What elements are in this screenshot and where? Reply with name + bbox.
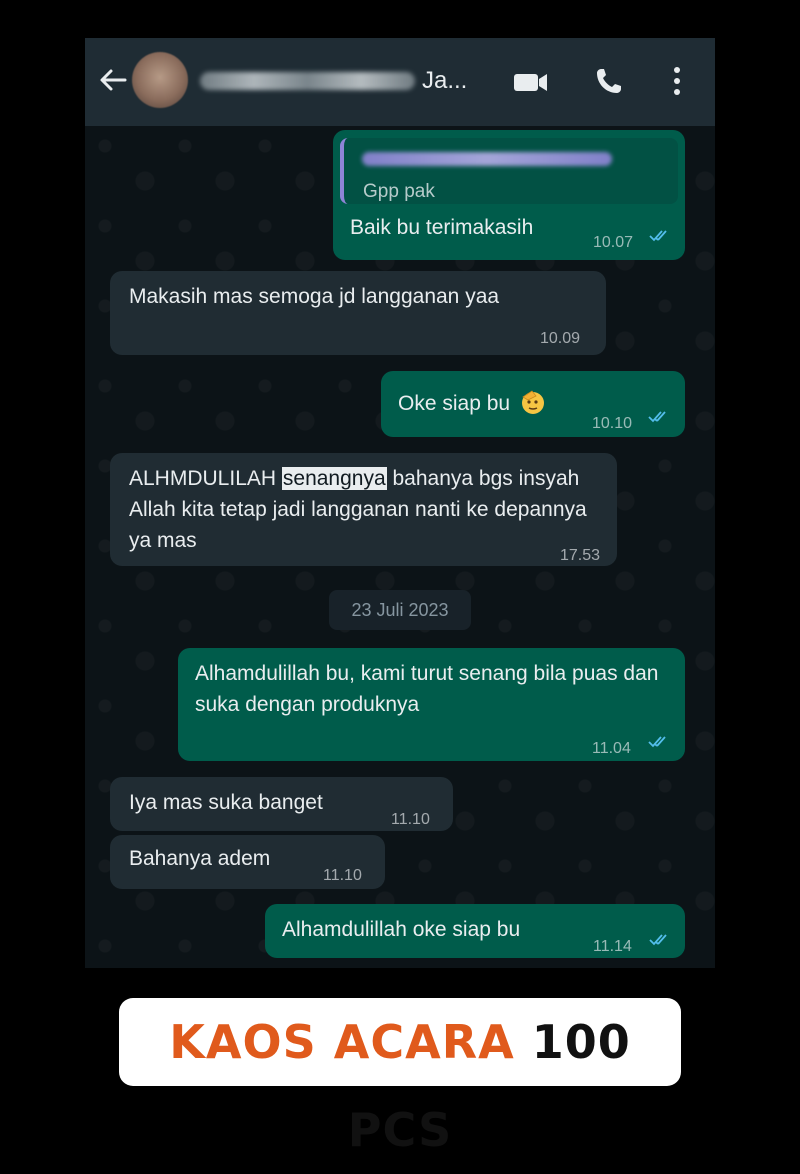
arrow-left-glyph xyxy=(100,69,127,91)
message-time: 11.14 xyxy=(593,938,632,955)
voice-call-icon[interactable] xyxy=(593,65,625,97)
banner-title: KAOS ACARA xyxy=(169,1015,515,1069)
read-ticks-icon xyxy=(649,934,667,946)
message-outgoing[interactable]: Alhamdulillah bu, kami turut senang bila… xyxy=(178,648,685,761)
chat-header: Ja... xyxy=(85,38,715,126)
message-text: Bahanya adem xyxy=(129,847,271,870)
arrow-left-icon[interactable] xyxy=(95,62,131,98)
saluting-face-emoji xyxy=(521,390,544,414)
message-text: Alhamdulillah bu, kami turut senang bila… xyxy=(195,662,659,716)
quoted-message[interactable]: Gpp pak xyxy=(340,138,678,204)
search-highlight: senangnya xyxy=(281,467,387,490)
message-time: 10.09 xyxy=(540,330,581,347)
message-text: ALHMDULILAH senangnya bahanya bgs insyah… xyxy=(129,463,599,556)
read-ticks-icon xyxy=(648,736,666,748)
read-ticks-icon xyxy=(648,411,666,423)
message-time: 10.10 xyxy=(592,415,633,432)
message-time: 17.53 xyxy=(560,547,601,564)
quoted-text: Gpp pak xyxy=(363,181,435,202)
message-text: Baik bu terimakasih xyxy=(350,216,534,239)
message-outgoing[interactable]: Oke siap bu 10.10 xyxy=(381,371,685,437)
message-outgoing[interactable]: Alhamdulillah oke siap bu 11.14 xyxy=(265,904,685,958)
video-call-icon[interactable] xyxy=(512,68,550,96)
read-ticks-icon xyxy=(649,230,667,242)
message-text-row: Oke siap bu xyxy=(398,388,546,419)
date-separator: 23 Juli 2023 xyxy=(329,590,471,630)
message-time: 11.04 xyxy=(592,740,631,757)
promo-banner: KAOS ACARA 100 PCS xyxy=(119,998,681,1157)
message-incoming[interactable]: Makasih mas semoga jd langganan yaa 10.0… xyxy=(110,271,606,355)
contact-name-redacted xyxy=(200,72,415,90)
contact-name[interactable]: Ja... xyxy=(422,66,467,96)
avatar[interactable] xyxy=(132,52,188,108)
message-incoming[interactable]: ALHMDULILAH senangnya bahanya bgs insyah… xyxy=(110,453,617,566)
message-outgoing[interactable]: Gpp pak Baik bu terimakasih 10.07 xyxy=(333,130,685,260)
message-text: Alhamdulillah oke siap bu xyxy=(282,918,521,941)
message-incoming[interactable]: Bahanya adem 11.10 xyxy=(110,835,385,889)
message-time: 10.07 xyxy=(593,234,634,251)
message-text: Makasih mas semoga jd langganan yaa xyxy=(129,285,500,308)
message-text: Oke siap bu xyxy=(398,392,511,415)
quoted-sender-redacted xyxy=(362,152,612,166)
message-text-part: ALHMDULILAH xyxy=(129,467,282,490)
message-text: Iya mas suka banget xyxy=(129,791,323,814)
message-time: 11.10 xyxy=(391,811,430,828)
message-time: 11.10 xyxy=(323,867,362,884)
message-incoming[interactable]: Iya mas suka banget 11.10 xyxy=(110,777,453,831)
chat-screen: Ja... Gpp pak Baik bu terimakasih 10.07 … xyxy=(85,38,715,968)
more-vert-icon[interactable] xyxy=(670,64,684,98)
